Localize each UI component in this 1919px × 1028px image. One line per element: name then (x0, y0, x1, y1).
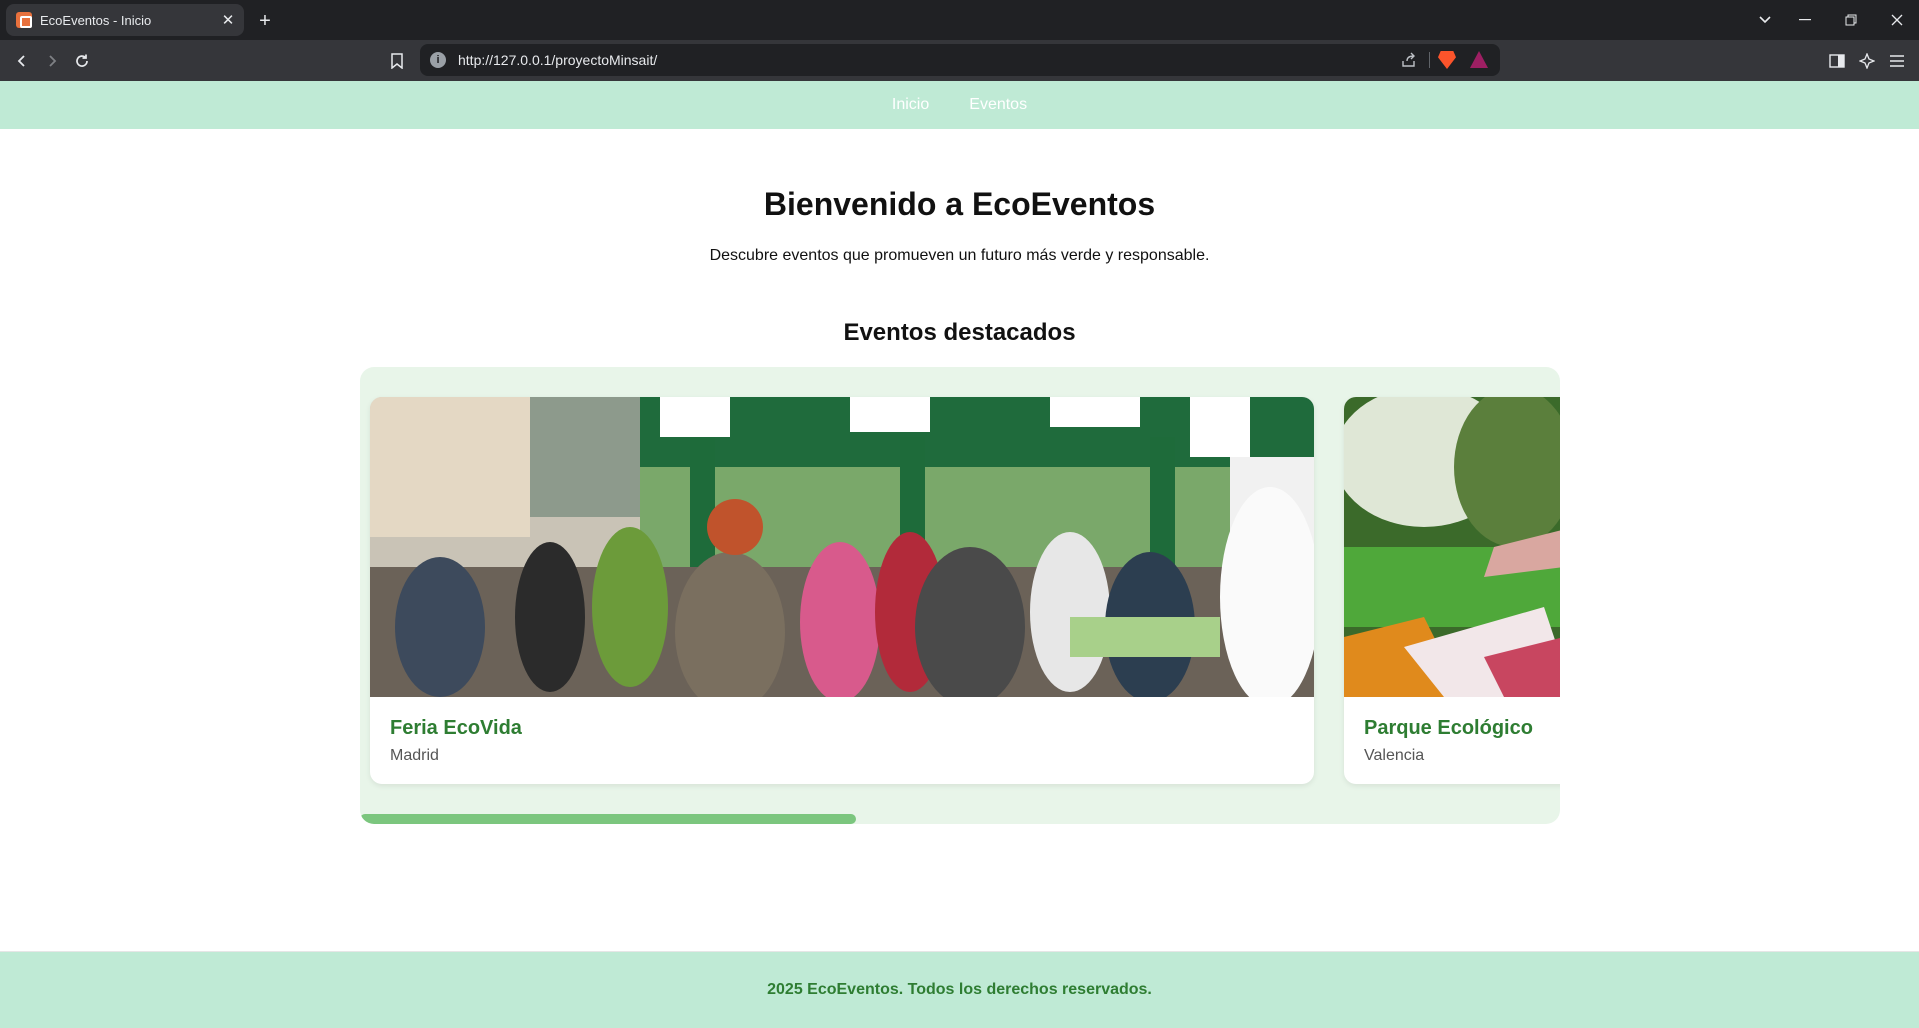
bookmark-icon[interactable] (386, 48, 408, 74)
event-image-feria (370, 397, 1314, 697)
minimize-icon[interactable] (1787, 6, 1823, 34)
new-tab-button[interactable]: + (252, 8, 278, 34)
restore-icon[interactable] (1833, 6, 1869, 34)
divider (1429, 52, 1430, 68)
carousel-scrollbar[interactable] (360, 814, 1560, 824)
reload-icon[interactable] (68, 47, 96, 75)
event-city: Madrid (390, 747, 439, 764)
brave-rewards-icon[interactable] (1470, 51, 1488, 68)
tab-title: EcoEventos - Inicio (40, 12, 152, 28)
leo-ai-icon[interactable] (1854, 48, 1880, 74)
tab-search-icon[interactable] (1747, 6, 1783, 34)
tab-close-icon[interactable]: ✕ (216, 8, 240, 32)
menu-icon[interactable] (1884, 48, 1910, 74)
footer-text: 2025 EcoEventos. Todos los derechos rese… (767, 981, 1152, 998)
event-card[interactable]: Parque Ecológico Valencia (1344, 397, 1560, 784)
event-title[interactable]: Parque Ecológico (1364, 717, 1533, 740)
forward-arrow-icon[interactable] (38, 47, 66, 75)
featured-section-title: Eventos destacados (843, 319, 1076, 346)
event-image-parque (1344, 397, 1560, 697)
page-subtitle: Descubre eventos que promueven un futuro… (709, 247, 1210, 264)
info-icon[interactable]: i (430, 52, 446, 68)
browser-tab[interactable]: EcoEventos - Inicio ✕ (6, 4, 244, 36)
nav-link-eventos[interactable]: Eventos (969, 96, 1027, 114)
share-icon[interactable] (1400, 51, 1418, 69)
back-arrow-icon[interactable] (8, 47, 36, 75)
browser-tabbar: EcoEventos - Inicio ✕ + (0, 0, 1919, 40)
nav-link-inicio[interactable]: Inicio (892, 96, 929, 114)
web-page: Inicio Eventos Bienvenido a EcoEventos D… (0, 81, 1919, 1028)
address-bar[interactable]: i http://127.0.0.1/proyectoMinsait/ (420, 44, 1500, 76)
browser-toolbar: i http://127.0.0.1/proyectoMinsait/ (0, 40, 1919, 81)
page-title: Bienvenido a EcoEventos (763, 186, 1156, 222)
site-favicon-icon (16, 12, 32, 28)
site-nav: Inicio Eventos (0, 81, 1919, 129)
event-card[interactable]: Feria EcoVida Madrid (370, 397, 1314, 784)
featured-events-carousel[interactable]: Feria EcoVida Madrid Parque Ecológico Va… (360, 367, 1560, 824)
brave-shields-icon[interactable] (1438, 51, 1456, 69)
event-title[interactable]: Feria EcoVida (390, 717, 522, 740)
event-city: Valencia (1364, 747, 1425, 764)
carousel-scroll-thumb[interactable] (360, 814, 856, 824)
address-url[interactable]: http://127.0.0.1/proyectoMinsait/ (458, 52, 657, 68)
sidebar-icon[interactable] (1824, 48, 1850, 74)
close-window-icon[interactable] (1879, 6, 1915, 34)
site-footer: 2025 EcoEventos. Todos los derechos rese… (0, 951, 1919, 1028)
